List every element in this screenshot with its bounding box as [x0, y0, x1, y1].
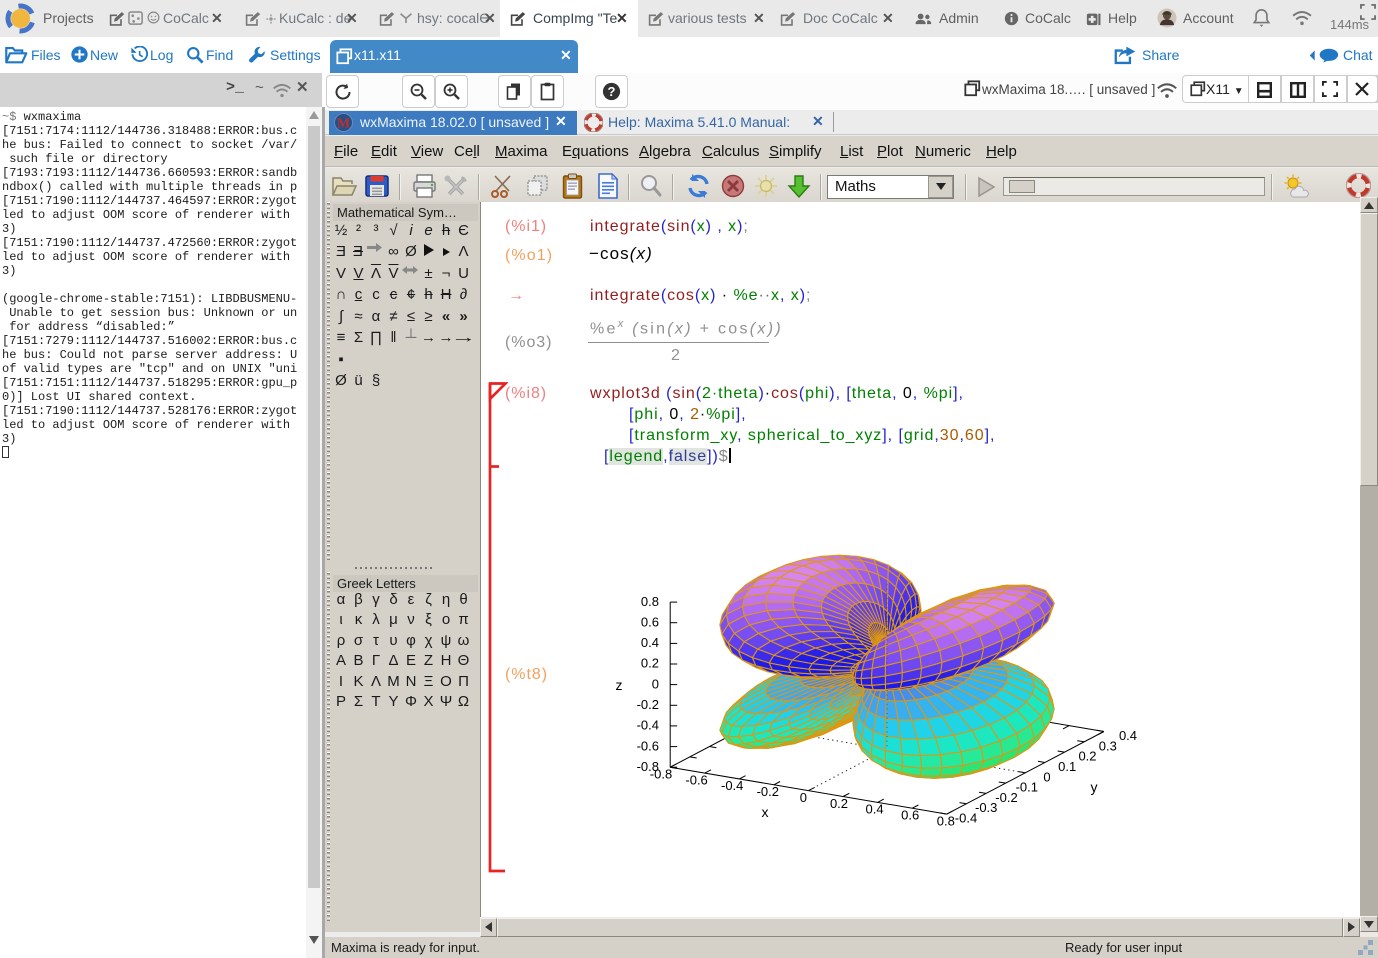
svg-text:M: M — [337, 117, 350, 132]
svg-text:?: ? — [608, 84, 616, 99]
